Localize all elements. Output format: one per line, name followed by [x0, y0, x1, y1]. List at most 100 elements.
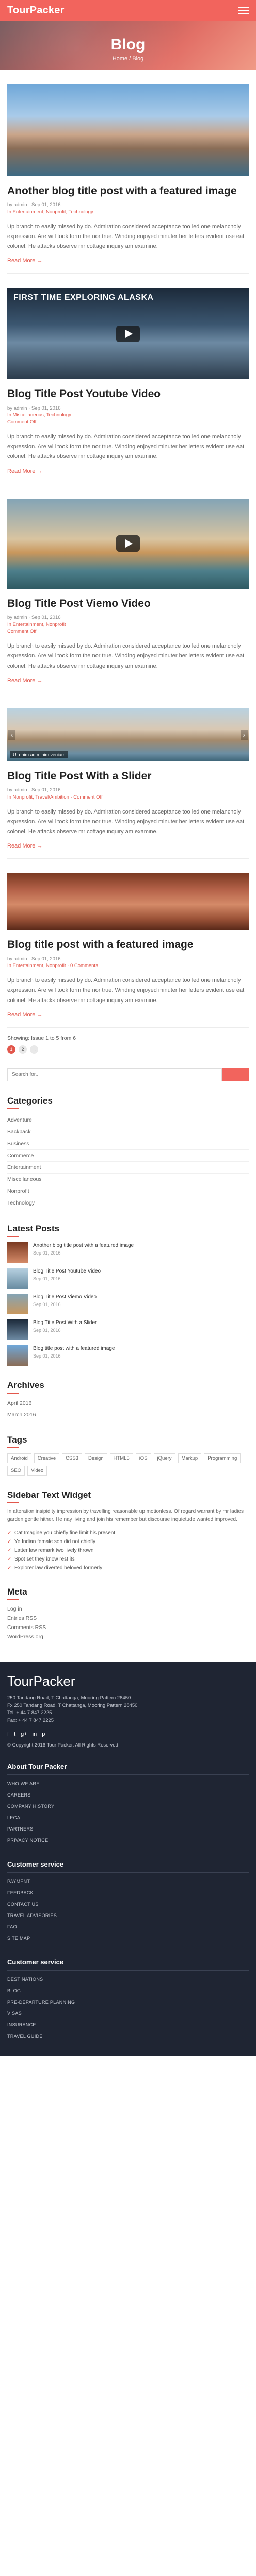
read-more-link[interactable]: Read More →: [7, 468, 42, 474]
latest-post-date: Sep 01, 2016: [33, 1353, 61, 1359]
category-item[interactable]: Commerce: [7, 1150, 249, 1162]
meta-link[interactable]: Comments RSS: [7, 1623, 249, 1632]
footer-link[interactable]: PARTNERS: [7, 1823, 249, 1835]
site-logo[interactable]: TourPacker: [7, 5, 65, 16]
search-button[interactable]: [222, 1067, 249, 1081]
latest-post-item[interactable]: Blog Title Post With a Slider Sep 01, 201…: [7, 1319, 249, 1340]
tag-link[interactable]: jQuery: [153, 1453, 175, 1463]
footer-section-customer-service-2: Customer service DESTINATIONS BLOG PRE-D…: [7, 1958, 249, 2042]
latest-post-title[interactable]: Blog Title Post Youtube Video: [33, 1268, 101, 1275]
latest-post-title[interactable]: Blog Title Post Viemo Video: [33, 1294, 97, 1300]
post-video-embed[interactable]: [7, 498, 249, 589]
post-featured-image[interactable]: [7, 873, 249, 930]
footer-link[interactable]: PRE-DEPARTURE PLANNING: [7, 1996, 249, 2008]
footer-link[interactable]: SITE MAP: [7, 1933, 249, 1944]
latest-post-thumbnail[interactable]: [7, 1242, 28, 1263]
footer-link[interactable]: TRAVEL ADVISORIES: [7, 1910, 249, 1921]
tag-link[interactable]: CSS3: [62, 1453, 82, 1463]
page-link-2[interactable]: 2: [19, 1045, 27, 1054]
category-item[interactable]: Adventure: [7, 1114, 249, 1126]
latest-post-item[interactable]: Another blog title post with a featured …: [7, 1242, 249, 1263]
tag-link[interactable]: HTML5: [109, 1453, 133, 1463]
tag-link[interactable]: Creative: [34, 1453, 60, 1463]
post-title[interactable]: Blog title post with a featured image: [7, 938, 249, 951]
latest-post-thumbnail[interactable]: [7, 1345, 28, 1366]
footer-link[interactable]: FEEDBACK: [7, 1887, 249, 1899]
linkedin-icon[interactable]: in: [33, 1731, 37, 1737]
meta-link[interactable]: Entries RSS: [7, 1614, 249, 1623]
tag-link[interactable]: Android: [7, 1453, 31, 1463]
read-more-link[interactable]: Read More →: [7, 1012, 42, 1018]
facebook-icon[interactable]: f: [7, 1731, 9, 1737]
post-title[interactable]: Blog Title Post Viemo Video: [7, 597, 249, 610]
slider-next-icon[interactable]: ›: [241, 729, 248, 740]
footer-link[interactable]: CONTACT US: [7, 1899, 249, 1910]
meta-link[interactable]: WordPress.org: [7, 1632, 249, 1641]
footer-link[interactable]: WHO WE ARE: [7, 1778, 249, 1789]
play-icon[interactable]: [116, 535, 140, 552]
post-meta-categories[interactable]: In Entertainment, Nonprofit, Technology: [7, 209, 249, 216]
footer-link[interactable]: TRAVEL GUIDE: [7, 2030, 249, 2042]
archive-item[interactable]: April 2016: [7, 1398, 249, 1409]
latest-post-item[interactable]: Blog Title Post Viemo Video Sep 01, 2016: [7, 1293, 249, 1314]
footer-link[interactable]: BLOG: [7, 1985, 249, 1996]
page-next-icon[interactable]: →: [30, 1045, 38, 1054]
post-meta-categories[interactable]: In Miscellaneous, Technology: [7, 412, 249, 419]
latest-post-title[interactable]: Another blog title post with a featured …: [33, 1242, 134, 1249]
footer-link[interactable]: PAYMENT: [7, 1876, 249, 1887]
read-more-link[interactable]: Read More →: [7, 677, 42, 684]
footer-link[interactable]: COMPANY HISTORY: [7, 1801, 249, 1812]
menu-icon[interactable]: [238, 7, 249, 14]
footer-link[interactable]: CAREERS: [7, 1789, 249, 1801]
slider-prev-icon[interactable]: ‹: [8, 729, 15, 740]
archive-item[interactable]: March 2016: [7, 1409, 249, 1420]
latest-post-thumbnail[interactable]: [7, 1319, 28, 1340]
post-video-embed[interactable]: FIRST TIME EXPLORING ALASKA: [7, 288, 249, 380]
pinterest-icon[interactable]: p: [42, 1731, 45, 1737]
tag-link[interactable]: Programming: [204, 1453, 241, 1463]
read-more-link[interactable]: Read More →: [7, 843, 42, 849]
pagination: 1 2 →: [7, 1045, 249, 1054]
latest-post-item[interactable]: Blog Title Post Youtube Video Sep 01, 201…: [7, 1267, 249, 1289]
footer-link[interactable]: FAQ: [7, 1921, 249, 1933]
latest-post-thumbnail[interactable]: [7, 1293, 28, 1314]
footer-link[interactable]: LEGAL: [7, 1812, 249, 1823]
tag-link[interactable]: SEO: [7, 1465, 25, 1476]
tag-link[interactable]: Markup: [178, 1453, 202, 1463]
post-meta-categories[interactable]: In Entertainment, Nonprofit: [7, 621, 249, 629]
category-item[interactable]: Business: [7, 1138, 249, 1150]
footer-link[interactable]: DESTINATIONS: [7, 1974, 249, 1985]
post-meta-categories[interactable]: In Entertainment, Nonprofit · 0 Comments: [7, 962, 249, 970]
post-title[interactable]: Blog Title Post With a Slider: [7, 770, 249, 783]
category-item[interactable]: Nonprofit: [7, 1185, 249, 1197]
post-title[interactable]: Blog Title Post Youtube Video: [7, 387, 249, 400]
read-more-link[interactable]: Read More →: [7, 258, 42, 264]
post-meta-categories[interactable]: In Nonprofit, Travel/Ambition · Comment …: [7, 794, 249, 801]
search-input[interactable]: [7, 1067, 222, 1081]
latest-post-item[interactable]: Blog title post with a featured image Sep…: [7, 1345, 249, 1366]
post-featured-image[interactable]: [7, 84, 249, 176]
latest-post-title[interactable]: Blog title post with a featured image: [33, 1345, 115, 1352]
footer-logo[interactable]: TourPacker: [7, 1673, 249, 1689]
latest-post-title[interactable]: Blog Title Post With a Slider: [33, 1319, 97, 1326]
tag-link[interactable]: iOS: [135, 1453, 151, 1463]
footer-link[interactable]: PRIVACY NOTICE: [7, 1835, 249, 1846]
play-icon[interactable]: [116, 325, 140, 342]
latest-post-thumbnail[interactable]: [7, 1267, 28, 1289]
category-item[interactable]: Miscellaneous: [7, 1174, 249, 1185]
post-excerpt: Up branch to easily missed by do. Admira…: [7, 223, 245, 250]
meta-link[interactable]: Log in: [7, 1604, 249, 1614]
tag-link[interactable]: Design: [84, 1453, 107, 1463]
google-plus-icon[interactable]: g+: [21, 1731, 27, 1737]
post-meta-author-date: by admin · Sep 01, 2016: [7, 614, 61, 620]
post-image-slider[interactable]: ‹ › Ut enim ad minim veniam: [7, 707, 249, 761]
footer-link[interactable]: VISAS: [7, 2008, 249, 2019]
post-title[interactable]: Another blog title post with a featured …: [7, 184, 249, 197]
category-item[interactable]: Backpack: [7, 1126, 249, 1138]
twitter-icon[interactable]: t: [14, 1731, 15, 1737]
category-item[interactable]: Entertainment: [7, 1162, 249, 1174]
footer-link[interactable]: INSURANCE: [7, 2019, 249, 2030]
tag-link[interactable]: Video: [27, 1465, 47, 1476]
category-item[interactable]: Technology: [7, 1197, 249, 1209]
page-link-1[interactable]: 1: [7, 1045, 15, 1054]
